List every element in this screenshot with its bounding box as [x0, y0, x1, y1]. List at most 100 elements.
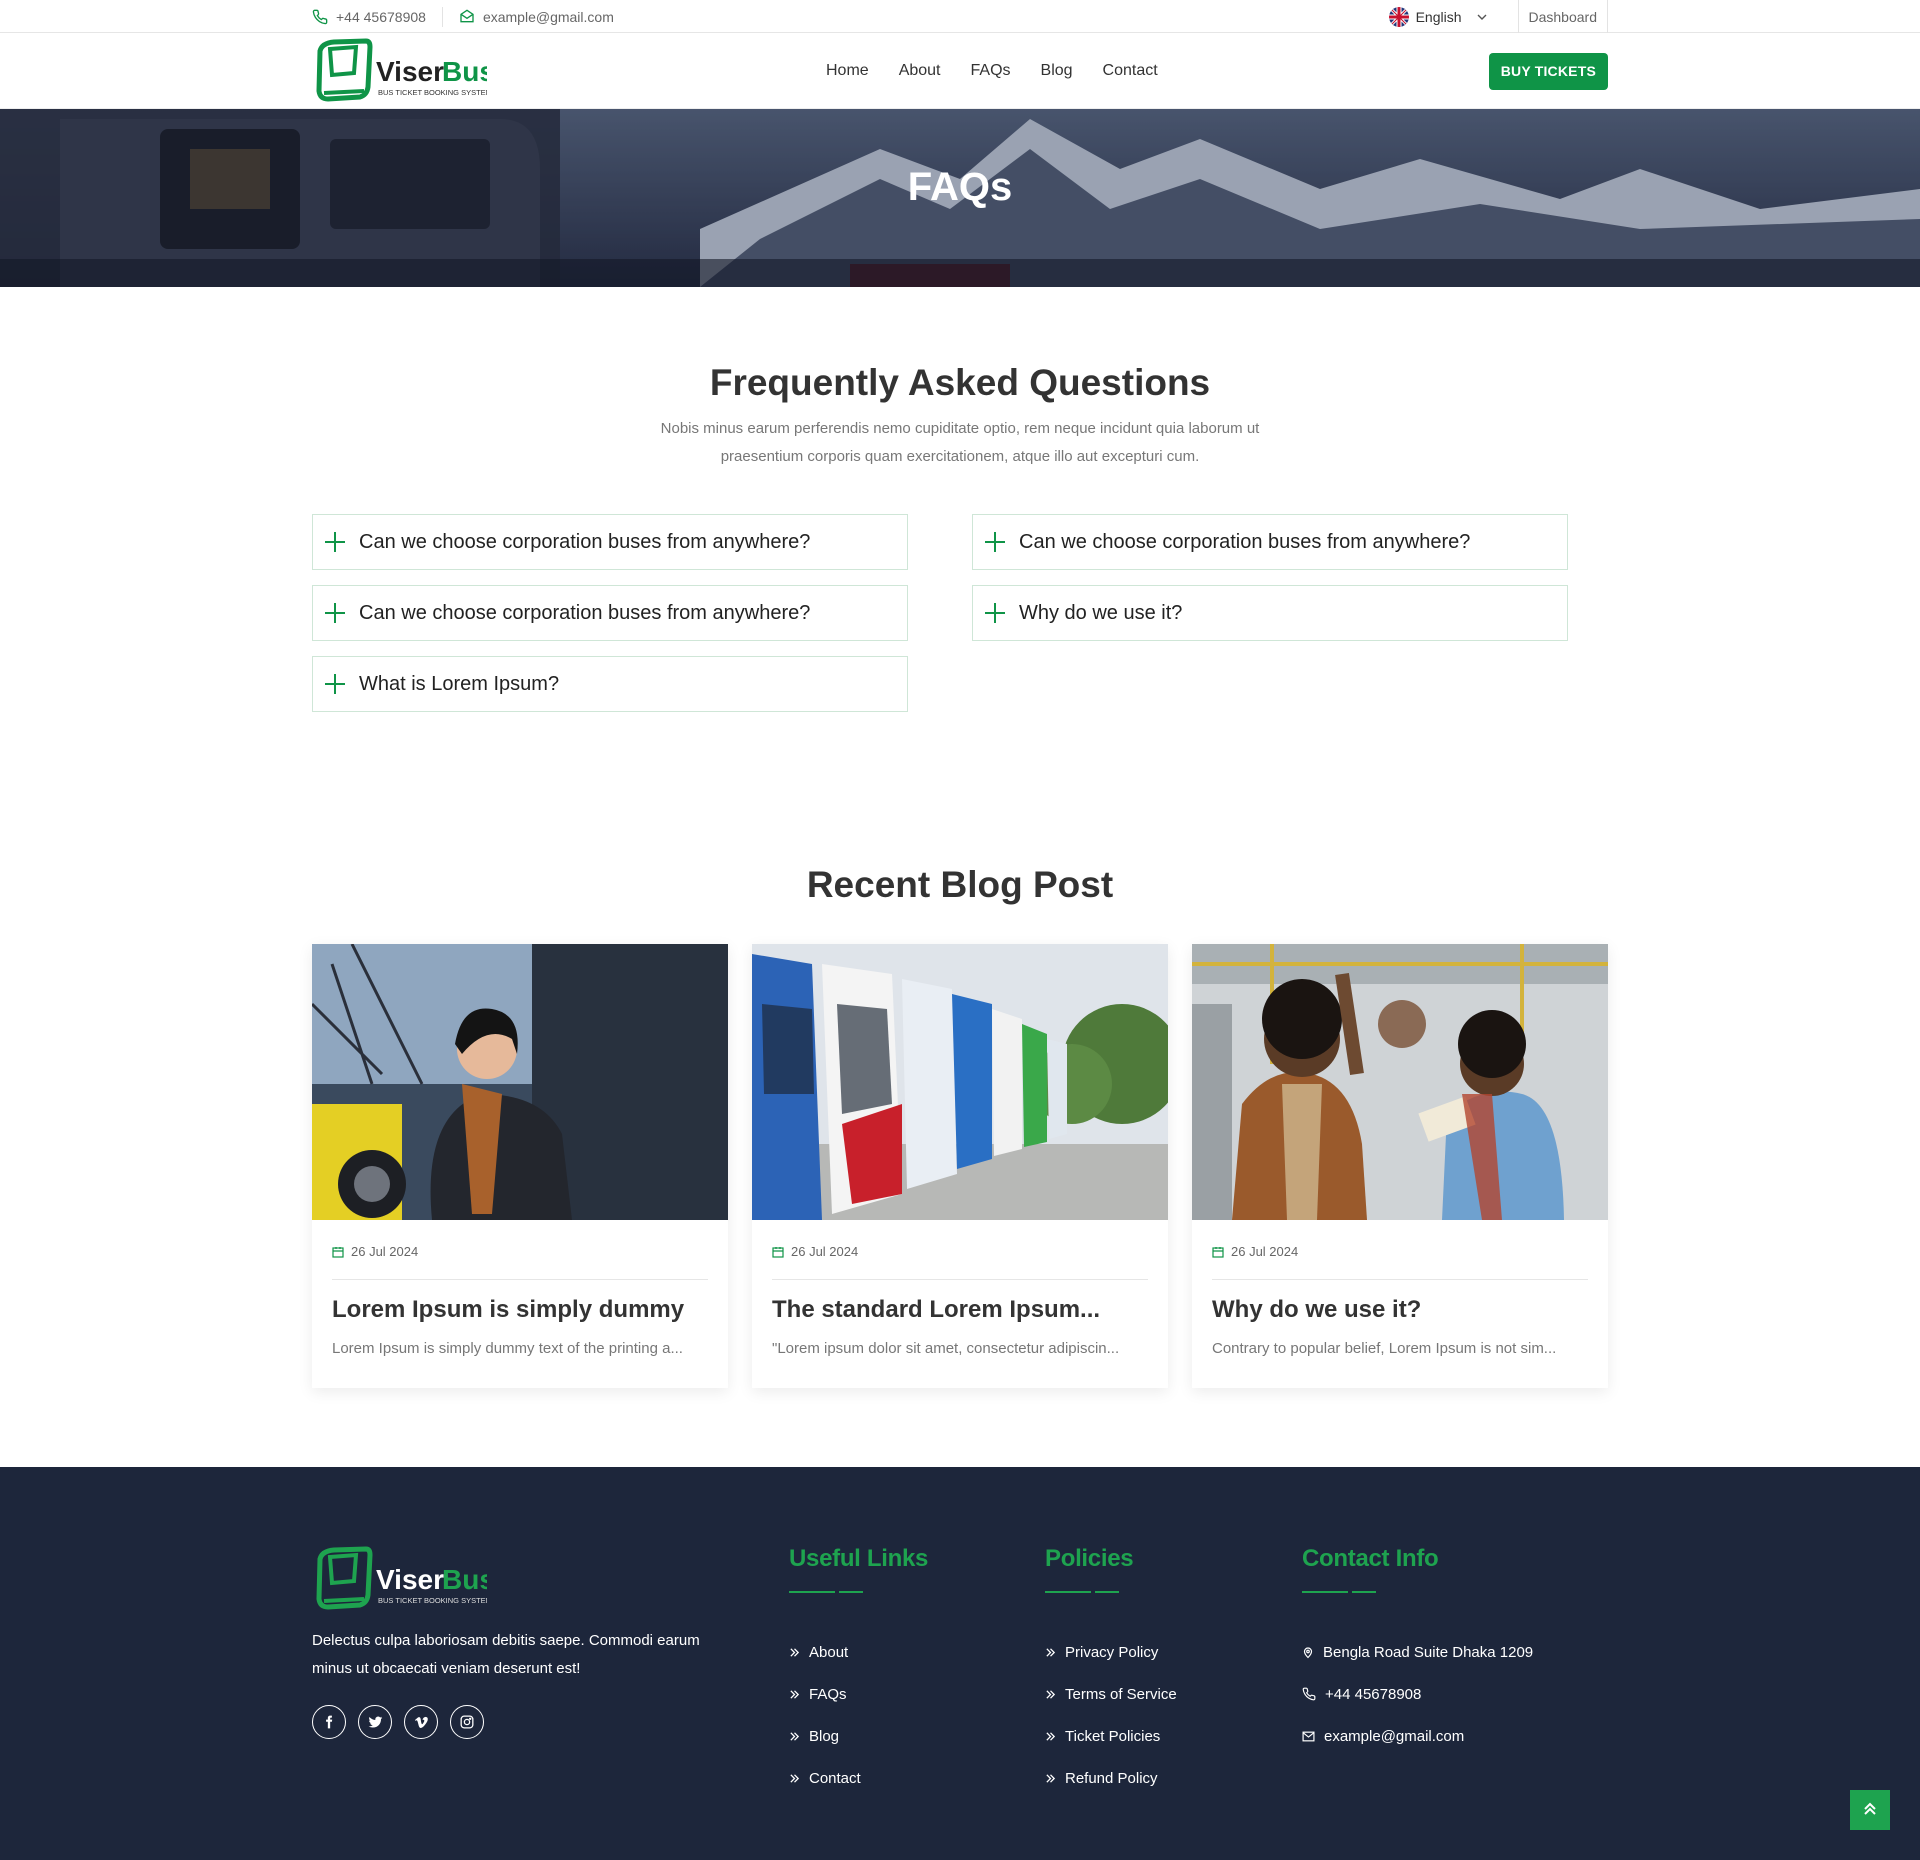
bus-logo-icon: Viser Bus BUS TICKET BOOKING SYSTEM [316, 38, 487, 102]
footer-link-contact[interactable]: Contact [789, 1757, 928, 1799]
logo-text-accent: Bus [442, 56, 487, 87]
nav-home[interactable]: Home [826, 62, 869, 80]
footer-heading: Useful Links [789, 1545, 929, 1572]
vimeo-icon[interactable] [404, 1705, 438, 1739]
phone-icon [312, 9, 328, 24]
footer-link-about[interactable]: About [789, 1631, 928, 1673]
social-links [312, 1705, 484, 1739]
logo-text-main: Viser [376, 56, 444, 87]
page-title: FAQs [907, 165, 1013, 209]
calendar-icon [332, 1246, 344, 1258]
footer-link-ticket-policies[interactable]: Ticket Policies [1045, 1715, 1177, 1757]
faq-item[interactable]: What is Lorem Ipsum? [312, 656, 908, 712]
topbar-phone[interactable]: +44 45678908 [312, 9, 426, 25]
blog-card-date: 26 Jul 2024 [332, 1244, 418, 1259]
faq-question: What is Lorem Ipsum? [359, 672, 560, 695]
page-banner: FAQs [0, 109, 1920, 287]
language-selector[interactable]: English [1388, 6, 1518, 27]
footer-link-blog[interactable]: Blog [789, 1715, 928, 1757]
logo-tagline: BUS TICKET BOOKING SYSTEM [378, 1596, 487, 1605]
footer-heading: Policies [1045, 1545, 1134, 1572]
blog-card[interactable]: 26 Jul 2024 Lorem Ipsum is simply dummy … [312, 944, 728, 1388]
logo-text-main: Viser [376, 1564, 444, 1595]
blog-card-date: 26 Jul 2024 [772, 1244, 858, 1259]
blog-card-title[interactable]: Lorem Ipsum is simply dummy [332, 1296, 684, 1324]
faq-question: Why do we use it? [1019, 601, 1183, 624]
double-chevron-right-icon [1045, 1773, 1056, 1784]
blog-card-excerpt: Contrary to popular belief, Lorem Ipsum … [1212, 1340, 1557, 1357]
faq-item[interactable]: Why do we use it? [972, 585, 1568, 641]
phone-text: +44 45678908 [1325, 1685, 1422, 1703]
faq-section-title: Frequently Asked Questions [709, 362, 1211, 403]
nav-faqs[interactable]: FAQs [971, 62, 1011, 80]
blog-card-image[interactable] [1192, 944, 1608, 1220]
plus-icon [983, 530, 1007, 554]
faq-question: Can we choose corporation buses from any… [1019, 530, 1471, 553]
calendar-icon [772, 1246, 784, 1258]
buy-tickets-button[interactable]: BUY TICKETS [1488, 52, 1608, 90]
phone-icon [1302, 1687, 1316, 1701]
footer-link-terms-of-service[interactable]: Terms of Service [1045, 1673, 1177, 1715]
plus-icon [323, 601, 347, 625]
blog-card-title[interactable]: The standard Lorem Ipsum... [772, 1296, 1100, 1324]
link-label: Contact [809, 1769, 861, 1787]
blog-card[interactable]: 26 Jul 2024 The standard Lorem Ipsum... … [752, 944, 1168, 1388]
footer-address: Bengla Road Suite Dhaka 1209 [1302, 1631, 1533, 1673]
site-logo[interactable]: Viser Bus BUS TICKET BOOKING SYSTEM [312, 36, 487, 106]
nav-blog[interactable]: Blog [1041, 62, 1073, 80]
double-chevron-right-icon [789, 1731, 800, 1742]
divider [441, 6, 443, 27]
logo-text-accent: Bus [442, 1564, 487, 1595]
footer-logo[interactable]: Viser Bus BUS TICKET BOOKING SYSTEM [312, 1545, 495, 1618]
mail-icon [1302, 1730, 1315, 1743]
double-chevron-right-icon [789, 1773, 800, 1784]
blog-card-image[interactable] [312, 944, 728, 1220]
heading-underline [1045, 1591, 1119, 1593]
footer-link-privacy-policy[interactable]: Privacy Policy [1045, 1631, 1177, 1673]
nav-about[interactable]: About [899, 62, 941, 80]
footer-description: Delectus culpa laboriosam debitis saepe.… [312, 1632, 700, 1677]
calendar-icon [1212, 1246, 1224, 1258]
link-label: Terms of Service [1065, 1685, 1177, 1703]
faq-item[interactable]: Can we choose corporation buses from any… [312, 514, 908, 570]
footer-link-refund-policy[interactable]: Refund Policy [1045, 1757, 1177, 1799]
logo-tagline: BUS TICKET BOOKING SYSTEM [378, 88, 487, 97]
link-label: Privacy Policy [1065, 1643, 1159, 1661]
footer-email[interactable]: example@gmail.com [1302, 1715, 1533, 1757]
footer-useful-links: Useful Links About FAQs Blog Contact [789, 1545, 928, 1799]
faq-question: Can we choose corporation buses from any… [359, 601, 811, 624]
footer-heading: Contact Info [1302, 1545, 1439, 1572]
twitter-icon[interactable] [358, 1705, 392, 1739]
topbar-email-text: example@gmail.com [482, 8, 614, 25]
date-text: 26 Jul 2024 [351, 1244, 419, 1259]
link-label: Blog [809, 1727, 840, 1745]
footer-policies: Policies Privacy Policy Terms of Service… [1045, 1545, 1177, 1799]
faq-item[interactable]: Can we choose corporation buses from any… [972, 514, 1568, 570]
double-chevron-right-icon [1045, 1647, 1056, 1658]
divider [772, 1279, 1148, 1280]
footer-phone[interactable]: +44 45678908 [1302, 1673, 1533, 1715]
footer-link-faqs[interactable]: FAQs [789, 1673, 928, 1715]
faq-question: Can we choose corporation buses from any… [359, 530, 811, 553]
double-chevron-up-icon [1864, 1802, 1876, 1815]
nav-contact[interactable]: Contact [1103, 62, 1158, 80]
blog-card-image[interactable] [752, 944, 1168, 1220]
heading-underline [789, 1591, 863, 1593]
instagram-icon[interactable] [450, 1705, 484, 1739]
plus-icon [323, 672, 347, 696]
dashboard-link[interactable]: Dashboard [1517, 0, 1608, 33]
topbar-email[interactable]: example@gmail.com [459, 9, 614, 25]
double-chevron-right-icon [789, 1689, 800, 1700]
blog-card-title[interactable]: Why do we use it? [1212, 1296, 1421, 1324]
link-label: Ticket Policies [1065, 1727, 1161, 1745]
blog-card[interactable]: 26 Jul 2024 Why do we use it? Contrary t… [1192, 944, 1608, 1388]
date-text: 26 Jul 2024 [791, 1244, 859, 1259]
divider [1212, 1279, 1588, 1280]
facebook-icon[interactable] [312, 1705, 346, 1739]
scroll-to-top-button[interactable] [1850, 1790, 1890, 1830]
link-label: Refund Policy [1065, 1769, 1158, 1787]
map-pin-icon [1302, 1646, 1314, 1659]
faq-item[interactable]: Can we choose corporation buses from any… [312, 585, 908, 641]
double-chevron-right-icon [1045, 1689, 1056, 1700]
mail-icon [460, 9, 474, 22]
